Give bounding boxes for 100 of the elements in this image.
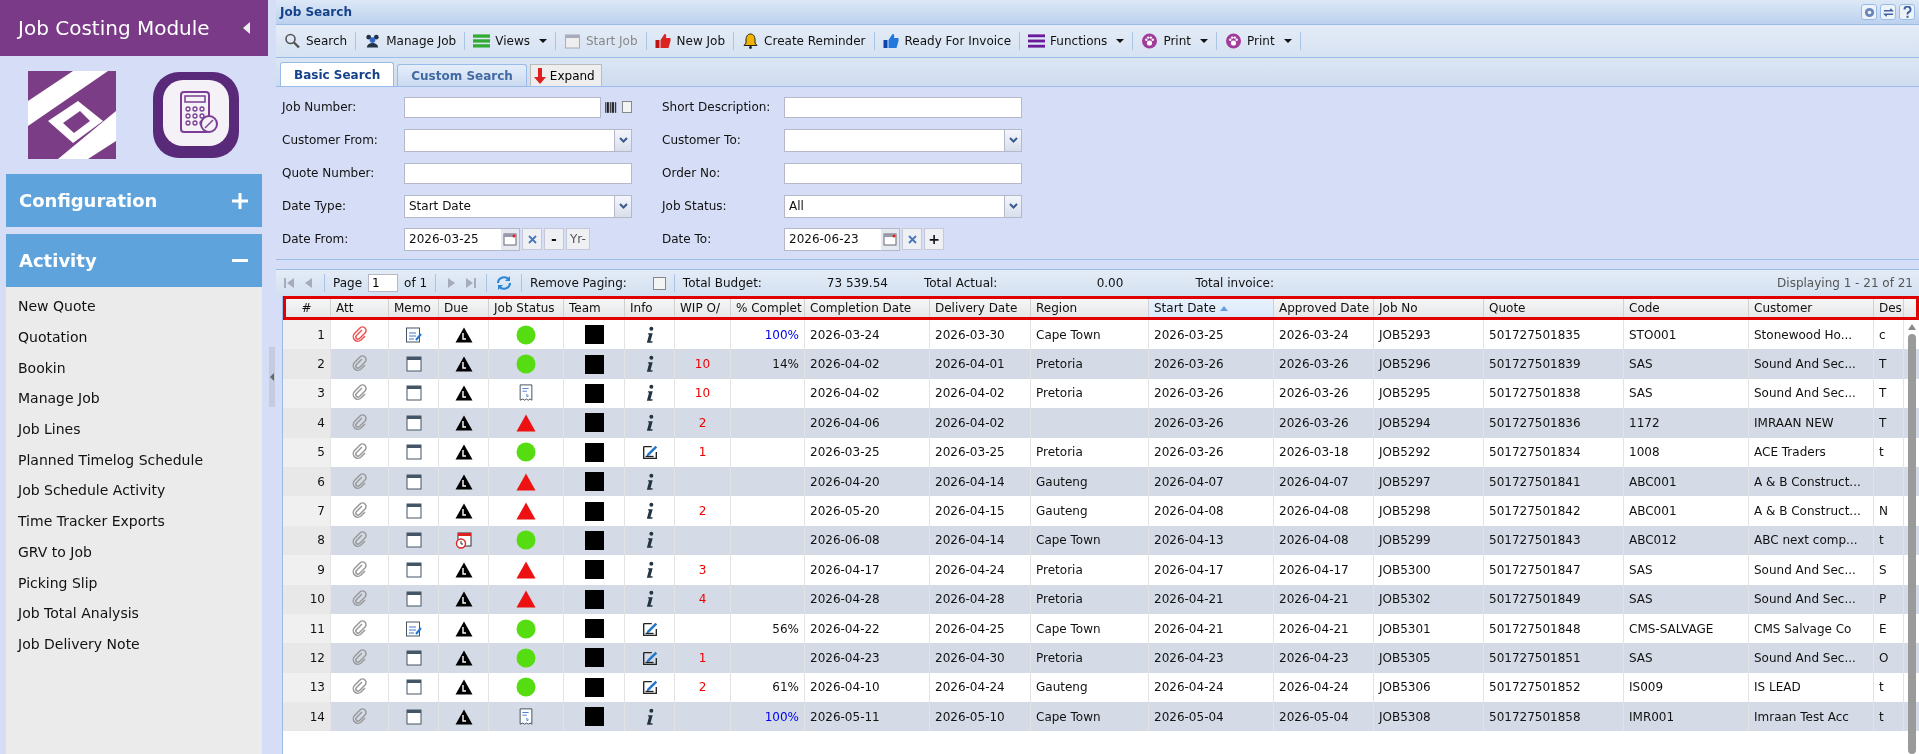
paperclip-icon[interactable] xyxy=(350,560,369,579)
memo-icon[interactable] xyxy=(404,384,423,403)
memo-icon[interactable] xyxy=(404,590,423,609)
menu-item[interactable]: Planned Timelog Schedule xyxy=(6,444,262,476)
menu-item[interactable]: Manage Job xyxy=(6,383,262,414)
paperclip-icon[interactable] xyxy=(350,443,369,462)
memo-icon[interactable] xyxy=(404,472,423,491)
edit-icon[interactable] xyxy=(640,649,659,667)
text-field[interactable] xyxy=(404,96,602,118)
column-header[interactable]: Customer xyxy=(1749,296,1874,320)
step-button[interactable]: + xyxy=(924,228,944,250)
column-header[interactable]: WIP O/ xyxy=(675,296,731,320)
toolbar-button[interactable]: Functions xyxy=(1022,28,1131,54)
checkbox[interactable] xyxy=(652,276,666,290)
edit-icon[interactable] xyxy=(640,443,659,462)
column-header[interactable]: Team xyxy=(564,296,625,320)
clear-button[interactable] xyxy=(902,228,922,250)
paperclip-icon[interactable] xyxy=(350,678,369,697)
memo-icon[interactable] xyxy=(404,678,423,697)
paperclip-icon[interactable] xyxy=(350,413,369,432)
column-header[interactable]: Job No xyxy=(1374,296,1484,320)
memo-icon[interactable] xyxy=(404,531,423,550)
memo-icon[interactable] xyxy=(404,707,423,726)
column-header[interactable]: Start Date xyxy=(1149,296,1274,320)
column-header[interactable]: Completion Date xyxy=(805,296,930,320)
menu-item[interactable]: Quotation xyxy=(6,321,262,353)
menu-item[interactable]: Job Total Analysis xyxy=(6,597,262,629)
step-button[interactable]: - xyxy=(544,228,564,250)
column-header[interactable]: Code xyxy=(1624,296,1749,320)
memo-icon[interactable] xyxy=(404,560,423,579)
dropdown-field[interactable] xyxy=(404,128,632,152)
memo-icon[interactable] xyxy=(404,649,423,667)
memo-icon[interactable] xyxy=(404,443,423,462)
menu-item[interactable]: Time Tracker Exports xyxy=(6,505,262,537)
calendar-icon[interactable] xyxy=(881,228,899,250)
paperclip-icon[interactable] xyxy=(350,325,369,344)
menu-item[interactable]: Picking Slip xyxy=(6,567,262,598)
memo-icon[interactable] xyxy=(404,413,423,432)
paperclip-icon[interactable] xyxy=(350,619,369,638)
toolbar-button[interactable]: Manage Job xyxy=(358,28,463,54)
column-header[interactable]: Memo xyxy=(389,296,439,320)
menu-item[interactable]: Job Schedule Activity xyxy=(6,475,262,506)
menu-item[interactable]: Job Lines xyxy=(6,413,262,445)
column-header[interactable]: Des xyxy=(1874,296,1904,320)
clear-button[interactable] xyxy=(522,228,542,250)
column-header[interactable]: Approved Date xyxy=(1274,296,1374,320)
dropdown-field[interactable] xyxy=(784,128,1022,152)
date-field[interactable]: 2026-03-25 xyxy=(404,227,520,251)
text-field[interactable] xyxy=(404,162,632,184)
menu-item[interactable]: New Quote xyxy=(6,291,262,322)
checkbox[interactable] xyxy=(621,101,632,113)
scroll-up-icon[interactable] xyxy=(1908,324,1916,330)
paperclip-icon[interactable] xyxy=(350,384,369,403)
edit-icon[interactable] xyxy=(640,678,659,697)
toolbar-button[interactable]: Print xyxy=(1135,28,1214,54)
tab[interactable]: Basic Search xyxy=(280,62,395,86)
paperclip-icon[interactable] xyxy=(350,472,369,491)
dropdown-field[interactable]: All xyxy=(784,194,1022,218)
memo-icon[interactable] xyxy=(404,502,423,521)
column-header[interactable]: Att xyxy=(331,296,389,320)
collapse-arrow-icon[interactable] xyxy=(241,22,250,34)
refresh-icon[interactable] xyxy=(495,275,514,291)
paperclip-icon[interactable] xyxy=(350,531,369,550)
menu-item[interactable]: Bookin xyxy=(6,352,262,384)
date-field[interactable]: 2026-06-23 xyxy=(784,227,900,251)
memo-icon[interactable] xyxy=(404,355,423,374)
toolbar-button[interactable]: Search xyxy=(278,28,354,54)
toolbar-button[interactable]: Ready For Invoice xyxy=(876,28,1018,54)
dropdown-field[interactable]: Start Date xyxy=(404,194,632,218)
calendar-icon[interactable] xyxy=(501,228,519,250)
tab[interactable]: Custom Search xyxy=(397,64,527,86)
menu-item[interactable]: Job Delivery Note xyxy=(6,628,262,660)
text-field[interactable] xyxy=(784,162,1022,184)
toolbar-button[interactable]: Print xyxy=(1219,28,1298,54)
note-icon[interactable] xyxy=(404,619,423,638)
paperclip-icon[interactable] xyxy=(350,707,369,726)
paperclip-icon[interactable] xyxy=(350,590,369,609)
column-header[interactable]: Delivery Date xyxy=(930,296,1031,320)
menu-item[interactable]: GRV to Job xyxy=(6,536,262,568)
note-icon[interactable] xyxy=(404,325,423,344)
column-header[interactable]: Quote xyxy=(1484,296,1624,320)
paperclip-icon[interactable] xyxy=(350,355,369,374)
column-header[interactable]: Job Status xyxy=(489,296,564,320)
refresh-button[interactable] xyxy=(1880,4,1896,20)
help-button[interactable] xyxy=(1899,4,1915,20)
toolbar-button[interactable]: New Job xyxy=(648,28,732,54)
settings-button[interactable] xyxy=(1861,4,1877,20)
year-button[interactable]: Yr- xyxy=(566,228,590,250)
column-header[interactable]: Info xyxy=(625,296,675,320)
paperclip-icon[interactable] xyxy=(350,649,369,667)
toolbar-button[interactable]: Views xyxy=(467,28,553,54)
column-header[interactable]: Due xyxy=(439,296,489,320)
expand-button[interactable]: Expand xyxy=(529,64,602,86)
column-header[interactable]: % Complet xyxy=(731,296,805,320)
toolbar-button[interactable]: Create Reminder xyxy=(736,28,872,54)
text-field[interactable] xyxy=(784,96,1022,118)
page-field[interactable]: 1 xyxy=(368,274,399,292)
paperclip-icon[interactable] xyxy=(350,502,369,521)
scrollbar[interactable] xyxy=(1907,324,1917,754)
barcode-icon[interactable] xyxy=(605,100,618,114)
